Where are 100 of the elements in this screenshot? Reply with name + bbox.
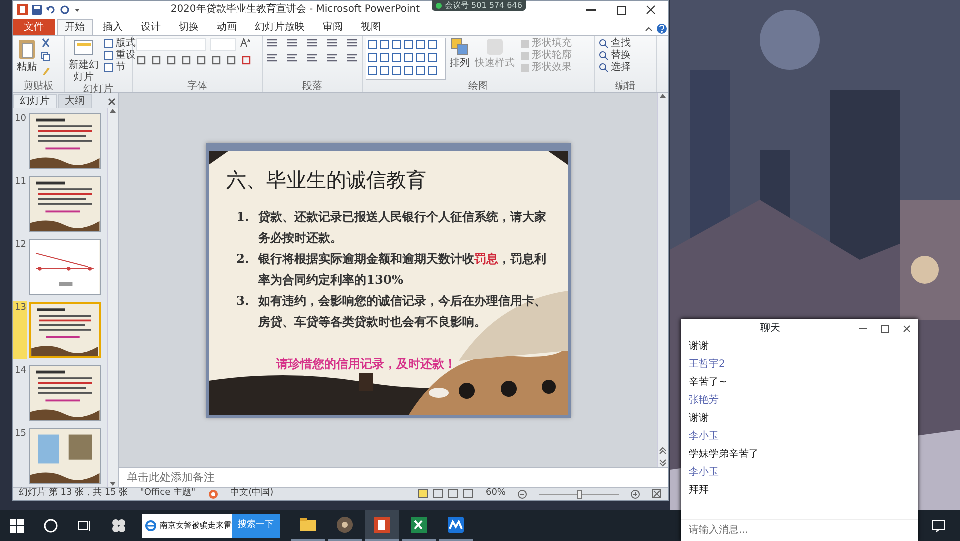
language-text: 中文(中国) [230, 487, 274, 500]
sender-name: 张艳芳 [689, 394, 720, 408]
file-tab[interactable]: 文件 [13, 19, 55, 35]
ribbon-tab[interactable]: 视图 [353, 19, 389, 35]
powerpoint-icon [373, 516, 391, 534]
select-button[interactable]: 选择 [598, 62, 632, 74]
meeting-id-badge: 会议号 501 574 646 [432, 0, 526, 11]
pane-tab[interactable]: 大纲 [58, 94, 92, 108]
search-button[interactable]: 搜索一下 [232, 514, 280, 538]
sender-name: 李小玉 [689, 430, 720, 444]
scroll-up-icon[interactable] [109, 108, 117, 114]
slide-thumbnail[interactable] [29, 302, 101, 358]
undo-icon[interactable] [46, 4, 56, 14]
ribbon-tab[interactable]: 设计 [133, 19, 169, 35]
grow-font-icon[interactable] [240, 38, 250, 48]
spacing-icon[interactable] [211, 55, 222, 66]
group-label: 字体 [186, 81, 208, 92]
increase-indent-icon[interactable] [326, 38, 338, 49]
zoom-in-icon[interactable] [631, 490, 640, 498]
spelling-icon[interactable] [208, 488, 219, 500]
font-color-icon[interactable] [241, 55, 252, 66]
bullets-icon[interactable] [266, 38, 278, 49]
reading-view-icon[interactable] [448, 489, 459, 499]
layout-button[interactable]: 版式 [103, 38, 137, 50]
italic-icon[interactable] [151, 55, 162, 66]
normal-view-icon[interactable] [418, 489, 429, 499]
excel-icon [410, 516, 428, 534]
arrange-button[interactable]: 排列 [449, 38, 471, 70]
slide-number: 10 [15, 113, 27, 126]
window-title: 2020年贷款毕业生教育宣讲会 - Microsoft PowerPoint [170, 2, 420, 17]
close-icon [901, 322, 913, 334]
slide-thumbnail[interactable] [29, 428, 101, 484]
list-number: 1. [236, 208, 250, 226]
line-spacing-icon[interactable] [346, 38, 358, 49]
group-label: 绘图 [468, 81, 490, 92]
ribbon-tab[interactable]: 幻灯片放映 [247, 19, 313, 35]
new-slide-button[interactable]: 新建幻灯片 [68, 38, 100, 84]
notification-icon [931, 518, 947, 534]
columns-icon[interactable] [346, 53, 358, 64]
cut-icon[interactable] [41, 38, 51, 48]
fit-to-window-icon[interactable] [652, 489, 662, 499]
slide-title: 六、毕业生的诚信教育 [226, 166, 428, 194]
list-item-text: 如有违约，会影响您的诚信记录，今后在办理信用卡、房贷、车贷等各类贷款时也会有不良影响。 [258, 292, 548, 330]
chat-message: 学妹学弟辛苦了 [689, 448, 760, 462]
underline-icon[interactable] [166, 55, 177, 66]
bold-icon[interactable] [136, 55, 147, 66]
copy-icon[interactable] [41, 52, 51, 62]
powerpoint-icon[interactable] [17, 4, 28, 15]
close-icon[interactable] [106, 96, 118, 108]
paste-button[interactable]: 粘贴 [16, 38, 38, 74]
ribbon-tab[interactable]: 开始 [57, 19, 93, 35]
justify-icon[interactable] [326, 53, 338, 64]
next-slide-icon[interactable] [659, 459, 667, 467]
pane-tab[interactable]: 幻灯片 [13, 94, 57, 108]
sorter-view-icon[interactable] [432, 489, 444, 499]
strikethrough-icon[interactable] [181, 55, 192, 66]
magnifier-icon [599, 63, 609, 73]
case-icon[interactable] [226, 55, 237, 66]
save-icon[interactable] [32, 4, 42, 14]
file-explorer-icon [299, 516, 317, 534]
slide-thumbnail[interactable] [29, 176, 101, 232]
ribbon-tab[interactable]: 审阅 [315, 19, 351, 35]
zoom-slider-thumb[interactable] [576, 490, 582, 498]
slide-number: 12 [15, 239, 27, 252]
slide-thumbnail[interactable] [29, 239, 101, 295]
sender-name: 李小玉 [689, 466, 720, 480]
slide-thumbnail[interactable] [29, 113, 101, 169]
find-button[interactable]: 查找 [598, 38, 632, 50]
zoom-out-icon[interactable] [518, 490, 527, 498]
shadow-icon[interactable] [196, 55, 207, 66]
chat-message: 谢谢 [689, 412, 710, 426]
slideshow-icon[interactable] [462, 489, 474, 499]
notes-field[interactable]: 单击此处添加备注 [119, 467, 668, 487]
ribbon-tab[interactable]: 切换 [171, 19, 207, 35]
clipboard-icon [17, 38, 37, 60]
new-slide-icon [74, 38, 94, 58]
align-left-icon[interactable] [266, 53, 278, 64]
decrease-indent-icon[interactable] [306, 38, 318, 49]
redo-icon[interactable] [60, 4, 70, 14]
reset-button[interactable]: 重设 [103, 50, 137, 62]
magnifier-icon [599, 51, 609, 61]
section-button[interactable]: 节 [103, 62, 137, 74]
ribbon-tab[interactable]: 动画 [209, 19, 245, 35]
help-icon[interactable] [656, 23, 668, 35]
slide-footer-text: 请珍惜您的信用记录，及时还款！ [276, 356, 458, 372]
chat-message: 拜拜 [689, 484, 710, 498]
replace-button[interactable]: 替换 [598, 50, 632, 62]
ribbon-tab[interactable]: 插入 [95, 19, 131, 35]
powerpoint-button[interactable] [365, 510, 399, 541]
message-input[interactable]: 请输入消息... [681, 519, 918, 541]
numbering-icon[interactable] [286, 38, 298, 49]
browser-search-field[interactable]: 南京女警被骗走来雷 [142, 514, 232, 538]
previous-slide-icon[interactable] [659, 447, 667, 455]
slide-thumbnail[interactable] [29, 365, 101, 421]
group-label: 编辑 [614, 81, 636, 92]
theme-name-text: "Office 主题" [140, 487, 196, 500]
align-right-icon[interactable] [306, 53, 318, 64]
shapes-gallery[interactable] [366, 38, 446, 80]
group-label: 幻灯片 [82, 84, 114, 95]
align-center-icon[interactable] [286, 53, 298, 64]
